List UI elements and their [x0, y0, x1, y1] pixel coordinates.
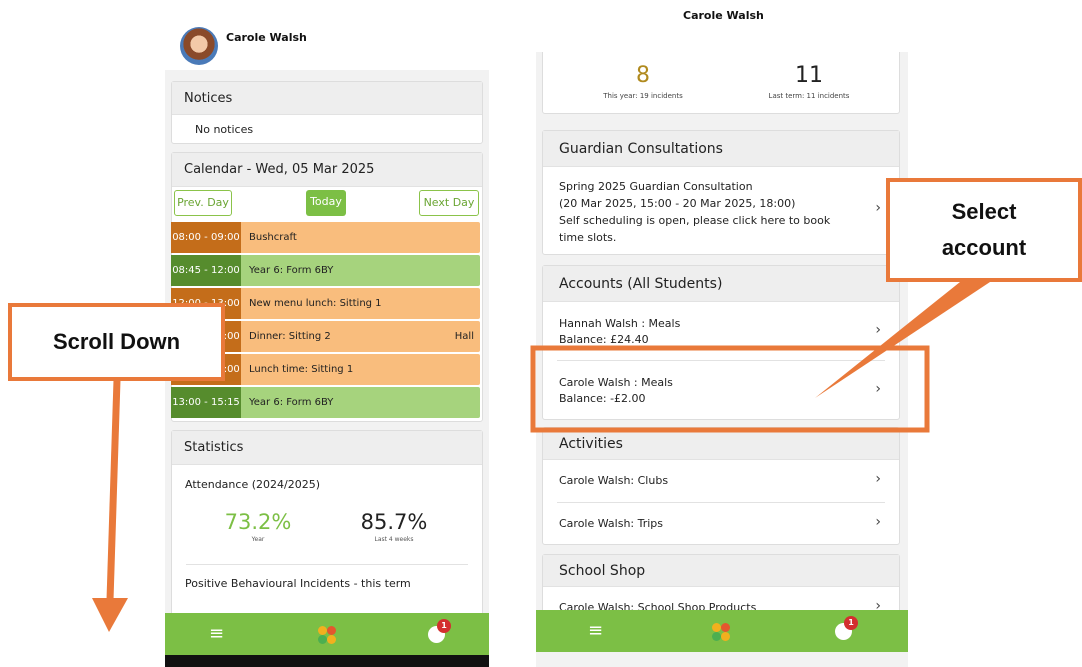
account-item-hannah[interactable]: Hannah Walsh : Meals Balance: £24.40 ›: [543, 302, 899, 360]
scroll-arrow-shaft: [106, 379, 121, 601]
account-balance: Balance: -£2.00: [559, 392, 646, 405]
consultation-line: Spring 2025 Guardian Consultation: [559, 180, 753, 193]
scroll-down-callout: Scroll Down: [8, 303, 225, 381]
next-day-button[interactable]: Next Day: [419, 190, 479, 216]
system-bar: [165, 655, 489, 667]
consultations-card: Guardian Consultations Spring 2025 Guard…: [542, 130, 900, 255]
event-name: Year 6: Form 6BY: [249, 397, 334, 408]
event-time: 13:00 - 15:15: [171, 387, 241, 418]
attendance-weeks-caption: Last 4 weeks: [374, 536, 414, 543]
accounts-card: Accounts (All Students) Hannah Walsh : M…: [542, 265, 900, 420]
statistics-title: Statistics: [172, 431, 482, 465]
select-account-label-line1: Select: [951, 199, 1017, 224]
notification-badge: 1: [437, 619, 451, 633]
incidents-card: 8 This year: 19 incidents 11 Last term: …: [542, 52, 900, 114]
consultation-item[interactable]: Spring 2025 Guardian Consultation (20 Ma…: [543, 167, 899, 255]
today-button[interactable]: Today: [306, 190, 346, 216]
activities-card: Activities Carole Walsh: Clubs › Carole …: [542, 427, 900, 545]
event-time: 08:45 - 12:00: [171, 255, 241, 286]
incidents-this-year-caption: This year: 19 incidents: [603, 92, 683, 100]
activity-item-clubs[interactable]: Carole Walsh: Clubs ›: [543, 460, 899, 502]
right-phone-screen: 8 This year: 19 incidents 11 Last term: …: [536, 52, 908, 667]
chevron-right-icon: ›: [875, 200, 881, 216]
notices-card: Notices No notices: [171, 81, 483, 144]
chevron-right-icon: ›: [875, 322, 881, 338]
hamburger-menu-icon[interactable]: ≡: [209, 613, 224, 655]
chevron-right-icon: ›: [875, 514, 881, 530]
event-name: Lunch time: Sitting 1: [249, 364, 354, 375]
consultation-line: Self scheduling is open, please click he…: [559, 214, 831, 227]
event-name: Year 6: Form 6BY: [249, 265, 334, 276]
activities-title: Activities: [543, 428, 899, 460]
account-name: Carole Walsh : Meals: [559, 376, 673, 389]
hamburger-menu-icon[interactable]: ≡: [588, 610, 603, 652]
bottom-nav-bar: ≡ 1: [165, 613, 489, 655]
behaviour-label: Positive Behavioural Incidents - this te…: [185, 577, 411, 590]
event-time: 08:00 - 09:00: [171, 222, 241, 253]
divider: [186, 564, 468, 565]
flower-logo-icon[interactable]: [318, 626, 336, 644]
attendance-year-value: 73.2%: [224, 510, 292, 534]
account-balance: Balance: £24.40: [559, 333, 649, 346]
attendance-weeks-value: 85.7%: [360, 510, 428, 534]
notification-badge: 1: [844, 616, 858, 630]
attendance-label: Attendance (2024/2025): [185, 478, 320, 491]
user-avatar[interactable]: [180, 27, 218, 65]
event-name: Dinner: Sitting 2: [249, 331, 331, 342]
bottom-nav-bar: ≡ 1: [536, 610, 908, 652]
event-name: Bushcraft: [249, 232, 297, 243]
select-account-callout: Select account: [886, 178, 1082, 282]
account-name: Hannah Walsh : Meals: [559, 317, 681, 330]
event-location: Hall: [454, 331, 474, 342]
chevron-right-icon: ›: [875, 381, 881, 397]
activity-item-trips[interactable]: Carole Walsh: Trips ›: [543, 503, 899, 545]
incidents-last-term-value: 11: [795, 63, 823, 88]
account-item-carole[interactable]: Carole Walsh : Meals Balance: -£2.00 ›: [543, 361, 899, 419]
right-user-name: Carole Walsh: [683, 9, 764, 22]
incidents-last-term-caption: Last term: 11 incidents: [768, 92, 850, 100]
consultations-title: Guardian Consultations: [543, 131, 899, 167]
accounts-title: Accounts (All Students): [543, 266, 899, 302]
consultation-line: (20 Mar 2025, 15:00 - 20 Mar 2025, 18:00…: [559, 197, 796, 210]
school-shop-title: School Shop: [543, 555, 899, 587]
calendar-event[interactable]: 08:00 - 09:00 Bushcraft: [171, 222, 480, 253]
activity-label: Carole Walsh: Trips: [559, 517, 664, 530]
activity-label: Carole Walsh: Clubs: [559, 474, 669, 487]
attendance-year-caption: Year: [251, 536, 265, 543]
prev-day-button[interactable]: Prev. Day: [174, 190, 232, 216]
flower-logo-icon[interactable]: [712, 623, 730, 641]
calendar-event[interactable]: 08:45 - 12:00 Year 6: Form 6BY: [171, 255, 480, 286]
left-user-name: Carole Walsh: [226, 31, 307, 44]
incidents-this-year-value: 8: [636, 63, 650, 88]
chevron-right-icon: ›: [875, 471, 881, 487]
consultation-line: time slots.: [559, 231, 617, 244]
notices-text: No notices: [195, 123, 254, 136]
calendar-event[interactable]: 13:00 - 15:15 Year 6: Form 6BY: [171, 387, 480, 418]
calendar-title: Calendar - Wed, 05 Mar 2025: [172, 153, 482, 187]
notices-title: Notices: [172, 82, 482, 115]
scroll-down-label: Scroll Down: [52, 329, 181, 354]
scroll-arrow-head: [92, 598, 128, 632]
event-name: New menu lunch: Sitting 1: [249, 298, 382, 309]
select-account-label-line2: account: [941, 235, 1027, 260]
